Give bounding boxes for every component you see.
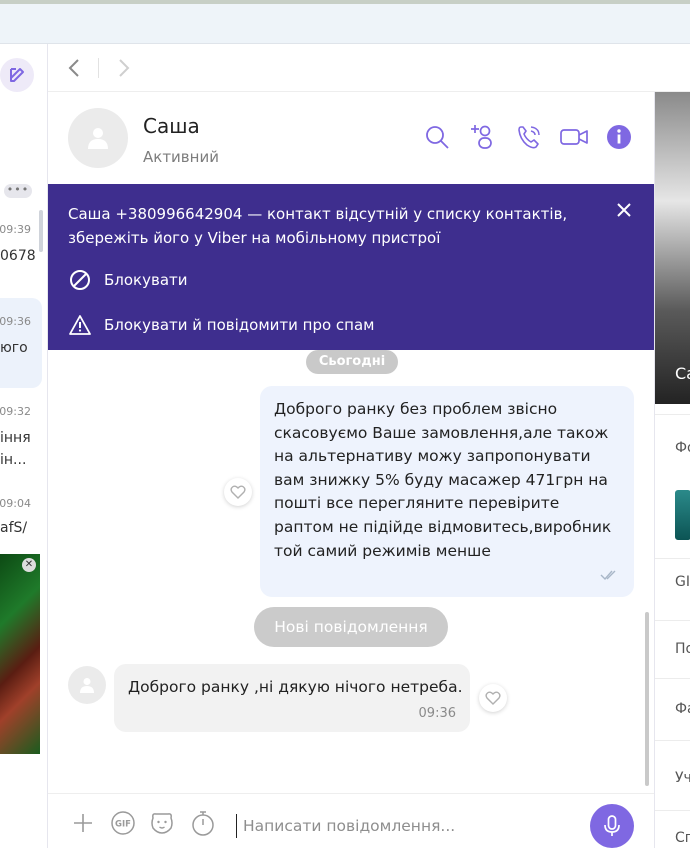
contact-avatar[interactable]: [68, 108, 128, 168]
info-panel: Са Фо GI По Фа Уч Сп: [654, 92, 690, 848]
divider: [655, 414, 690, 415]
chat-list-preview[interactable]: іння: [0, 430, 31, 446]
contact-status: Активний: [143, 148, 219, 166]
attach-button[interactable]: [70, 810, 96, 836]
phone-icon: [518, 126, 540, 149]
warning-icon: [68, 313, 92, 337]
like-button[interactable]: [224, 478, 252, 506]
back-button[interactable]: [60, 54, 88, 82]
outgoing-message[interactable]: Доброго ранку без проблем звісно скасову…: [260, 386, 634, 597]
divider: [655, 558, 690, 559]
voice-call-button[interactable]: [514, 122, 544, 152]
info-panel-item[interactable]: По: [675, 641, 690, 657]
message-input[interactable]: [236, 814, 576, 838]
message-list: Сьогодні Доброго ранку без проблем звісн…: [48, 350, 654, 793]
block-icon: [68, 268, 92, 292]
window-titlebar: [0, 0, 690, 44]
timer-icon: [192, 811, 214, 836]
message-composer: GIF: [48, 793, 654, 848]
new-messages-separator: Нові повідомлення: [254, 607, 448, 647]
contact-photo-label: Са: [675, 364, 690, 383]
user-icon: [88, 128, 108, 149]
incoming-message-text: Доброго ранку ,ні дякую нічого нетреба.: [128, 678, 463, 696]
divider: [655, 810, 690, 811]
divider: [655, 740, 690, 741]
info-panel-item[interactable]: GI: [675, 574, 690, 590]
chevron-right-icon: [119, 59, 130, 77]
incoming-message[interactable]: Доброго ранку ,ні дякую нічого нетреба. …: [114, 664, 470, 732]
message-time: 09:36: [418, 706, 456, 721]
gif-icon: GIF: [111, 811, 135, 835]
video-camera-icon: [560, 129, 588, 145]
unknown-contact-banner: Саша +380996642904 — контакт відсутній у…: [48, 184, 654, 350]
chevron-left-icon: [68, 59, 79, 77]
divider: [655, 678, 690, 679]
plus-icon: [74, 814, 92, 832]
chat-list-preview[interactable]: afS/: [0, 520, 27, 536]
banner-close-button[interactable]: [610, 196, 638, 224]
chat-list-time: 09:32: [0, 405, 31, 418]
info-panel-item[interactable]: Сп: [675, 830, 690, 846]
info-panel-item[interactable]: Фо: [675, 440, 690, 456]
search-button[interactable]: [422, 122, 452, 152]
gif-button[interactable]: GIF: [110, 810, 136, 836]
heart-icon: [230, 485, 246, 499]
ad-banner-image[interactable]: ✕: [0, 554, 40, 754]
block-and-report-spam-button[interactable]: Блокувати й повідомити про спам: [68, 313, 375, 337]
chat-list-time: 09:36: [0, 315, 31, 328]
add-user-icon: [471, 125, 492, 149]
sticker-button[interactable]: [149, 810, 175, 836]
forward-button[interactable]: [110, 54, 138, 82]
info-panel-item[interactable]: Уч: [675, 770, 690, 786]
divider: [655, 620, 690, 621]
timer-button[interactable]: [190, 810, 216, 836]
add-participant-button[interactable]: [468, 122, 498, 152]
close-icon: [617, 203, 631, 217]
chat-list-preview[interactable]: 0678: [0, 248, 36, 264]
search-icon: [426, 126, 449, 149]
chat-list-time: 09:39: [0, 223, 31, 236]
chat-list-time: 09:04: [0, 497, 31, 510]
like-button[interactable]: [479, 684, 507, 712]
banner-message: Саша +380996642904 — контакт відсутній у…: [68, 205, 568, 247]
block-spam-label: Блокувати й повідомити про спам: [104, 316, 375, 334]
user-icon: [80, 678, 94, 693]
media-thumbnail[interactable]: [675, 490, 690, 540]
chat-list-scrollbar[interactable]: [39, 210, 43, 252]
edit-icon: [10, 68, 24, 82]
video-call-button[interactable]: [559, 122, 589, 152]
voice-message-button[interactable]: [590, 804, 634, 848]
info-button[interactable]: [604, 122, 634, 152]
date-separator: Сьогодні: [306, 350, 398, 374]
compose-button[interactable]: [0, 58, 34, 92]
info-panel-item[interactable]: Фа: [675, 701, 690, 717]
info-icon: [607, 125, 631, 149]
more-options-button[interactable]: •••: [4, 184, 32, 198]
chat-list-preview[interactable]: ін...: [0, 452, 26, 468]
sticker-bear-icon: [151, 813, 173, 834]
close-icon[interactable]: ✕: [22, 558, 36, 572]
divider: [98, 58, 99, 78]
outgoing-message-text: Доброго ранку без проблем звісно скасову…: [274, 400, 612, 560]
chat-list-preview[interactable]: юго: [0, 340, 28, 356]
navigation-bar: [48, 44, 690, 92]
contact-name[interactable]: Саша: [143, 114, 200, 138]
read-status-icon: [600, 566, 618, 585]
heart-icon: [485, 691, 501, 705]
svg-text:GIF: GIF: [115, 820, 131, 830]
microphone-icon: [604, 815, 620, 836]
block-label: Блокувати: [104, 271, 188, 289]
conversation-header: Саша Активний: [48, 92, 654, 184]
sender-avatar[interactable]: [68, 666, 106, 704]
message-list-scrollbar[interactable]: [645, 612, 649, 786]
block-button[interactable]: Блокувати: [68, 268, 188, 292]
contact-photo[interactable]: [655, 92, 690, 404]
chat-list-panel: ••• 09:39 0678 09:36 юго 09:32 іння ін..…: [0, 44, 48, 848]
